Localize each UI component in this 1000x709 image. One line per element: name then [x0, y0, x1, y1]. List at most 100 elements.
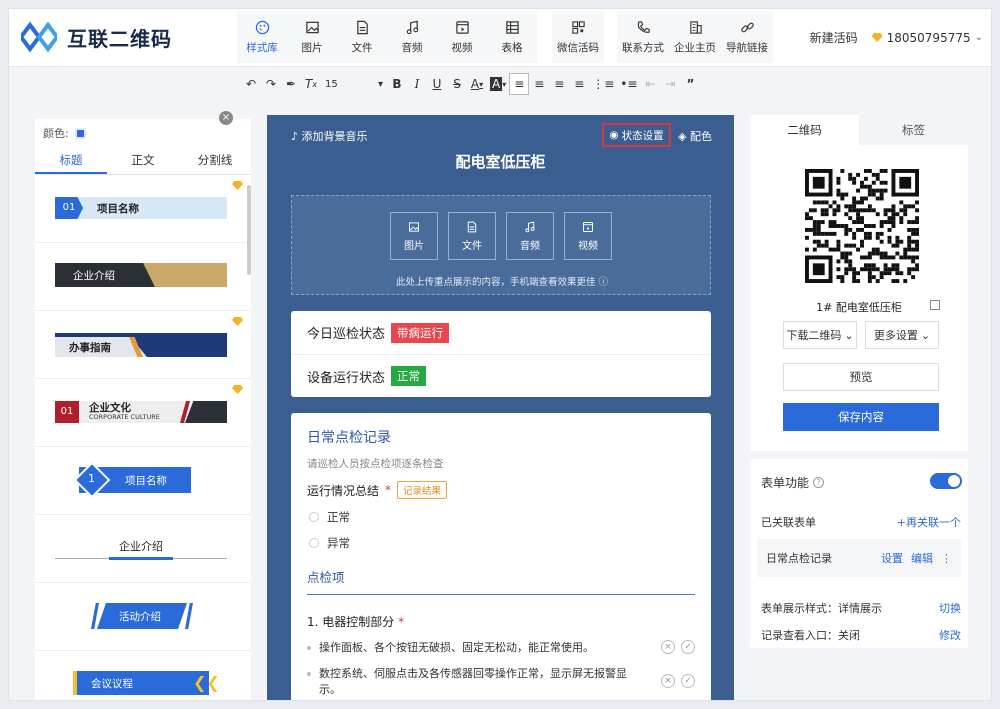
tab-label[interactable]: 标签 [859, 115, 968, 145]
indent-increase-icon[interactable]: ⇥ [660, 73, 680, 95]
tool-file[interactable]: 文件 [337, 11, 387, 63]
bullet-icon [307, 672, 311, 676]
tool-audio[interactable]: 音频 [387, 11, 437, 63]
file-icon [356, 20, 368, 34]
preview-button[interactable]: 预览 [783, 363, 939, 391]
brand-logo[interactable]: 互联二维码 [21, 21, 172, 53]
heading-template-1[interactable]: 01 项目名称 [35, 175, 251, 243]
tool-image[interactable]: 图片 [287, 11, 337, 63]
tool-style-library[interactable]: 样式库 [237, 11, 287, 63]
quote-icon[interactable]: ” [680, 73, 700, 95]
bullet-icon [307, 646, 311, 650]
status-label: 今日巡检状态 [307, 327, 386, 342]
account-menu[interactable]: 18050795775 ⌄ [871, 31, 983, 45]
color-row: 颜色: [35, 119, 251, 147]
form-function-row: 表单功能? [761, 474, 825, 491]
tab-divider[interactable]: 分割线 [179, 147, 251, 174]
upload-image-button[interactable]: 图片 [390, 212, 438, 260]
upload-audio-button[interactable]: 音频 [506, 212, 554, 260]
clear-format-icon[interactable]: Tx [301, 73, 321, 95]
approve-icon[interactable]: ✓ [681, 674, 695, 688]
tool-company-page[interactable]: 企业主页 [669, 11, 721, 63]
tool-label: 图片 [301, 41, 323, 54]
state-settings-button[interactable]: ◉ 状态设置 [602, 123, 671, 147]
status-badge: 正常 [391, 366, 427, 386]
reject-icon[interactable]: × [661, 674, 675, 688]
close-panel-icon[interactable]: × [219, 111, 233, 125]
tool-video[interactable]: 视频 [437, 11, 487, 63]
align-justify-icon[interactable]: ≡ [569, 73, 589, 95]
form-function-toggle[interactable] [930, 473, 962, 489]
heading-template-8[interactable]: ❮❮ 会议议程 [35, 651, 251, 700]
heading-template-5[interactable]: 1 项目名称 [35, 447, 251, 515]
format-toolbar: ↶ ↷ ✒ Tx 15 ▾ B I U S A ▾ A ▾ ≡ ≡ ≡ ≡ ⋮≡ •≡… [9, 67, 991, 101]
radio-option[interactable]: 正常 [307, 509, 695, 525]
unordered-list-icon[interactable]: •≡ [617, 73, 640, 95]
check-item-actions: × ✓ [661, 674, 695, 688]
tool-table[interactable]: 表格 [487, 11, 537, 63]
modify-link[interactable]: 修改 [939, 627, 961, 643]
qr-tabs: 二维码 标签 [750, 115, 968, 145]
upload-file-button[interactable]: 文件 [448, 212, 496, 260]
radio-option[interactable]: 异常 [307, 535, 695, 551]
help-icon[interactable]: ? [813, 477, 825, 488]
inspection-form-card[interactable]: 日常点检记录 请巡检人员按点检项逐条检查 运行情况总结 * 记录结果 正常 异常… [291, 413, 711, 700]
page-title[interactable]: 配电室低压柜 [267, 151, 734, 172]
format-painter-icon[interactable]: ✒ [281, 73, 301, 95]
left-scrollbar[interactable] [247, 185, 251, 275]
color-swatch[interactable] [74, 127, 86, 139]
heading-template-4[interactable]: 01 企业文化 CORPORATE CULTURE [35, 379, 251, 447]
switch-link[interactable]: 切换 [939, 600, 961, 616]
upload-video-button[interactable]: 视频 [564, 212, 612, 260]
help-icon[interactable]: ⓘ [599, 277, 609, 288]
record-result-tag[interactable]: 记录结果 [397, 481, 448, 499]
reject-icon[interactable]: × [661, 640, 675, 654]
color-scheme-button[interactable]: ◈ 配色 [678, 128, 712, 144]
redo-icon[interactable]: ↷ [261, 73, 281, 95]
heading-template-3[interactable]: 办事指南 [35, 311, 251, 379]
font-color-button[interactable]: A ▾ [467, 73, 487, 95]
upload-area[interactable]: 图片 文件 音频 视频 此处上传重点展示的内容，手机端查看效果更佳 ⓘ [291, 195, 711, 295]
tool-contact[interactable]: 联系方式 [617, 11, 669, 63]
question-label: 运行情况总结 [307, 483, 380, 498]
status-card[interactable]: 今日巡检状态 带病运行 设备运行状态 正常 [291, 311, 711, 397]
more-settings-dropdown[interactable]: 更多设置 ⌄ [865, 321, 939, 349]
status-row: 今日巡检状态 带病运行 [291, 311, 711, 354]
tab-qrcode[interactable]: 二维码 [750, 115, 859, 145]
wechat-qr-icon [571, 20, 585, 34]
relink-form-link[interactable]: +再关联一个 [897, 514, 961, 530]
more-vertical-icon[interactable]: ⋮ [941, 552, 952, 565]
tab-body[interactable]: 正文 [107, 147, 179, 174]
italic-button[interactable]: I [407, 73, 427, 95]
underline-button[interactable]: U [427, 73, 447, 95]
download-qr-dropdown[interactable]: 下载二维码 ⌄ [783, 321, 857, 349]
check-item-text: 数控系统、伺服点击及各传感器回零操作正常，显示屏无报警显示。 [319, 667, 627, 696]
align-right-icon[interactable]: ≡ [549, 73, 569, 95]
bold-button[interactable]: B [387, 73, 407, 95]
edit-icon[interactable] [930, 300, 940, 310]
heading-template-6[interactable]: 企业介绍 [35, 515, 251, 583]
save-button[interactable]: 保存内容 [783, 403, 939, 431]
tab-heading[interactable]: 标题 [35, 147, 107, 174]
form-edit-link[interactable]: 编辑 [911, 550, 933, 566]
strikethrough-button[interactable]: S [447, 73, 467, 95]
undo-icon[interactable]: ↶ [241, 73, 261, 95]
align-center-icon[interactable]: ≡ [529, 73, 549, 95]
image-icon [305, 21, 319, 33]
align-left-icon[interactable]: ≡ [509, 73, 530, 95]
ordered-list-icon[interactable]: ⋮≡ [589, 73, 617, 95]
font-size-select[interactable]: 15 ▾ [321, 73, 387, 95]
new-code-link[interactable]: 新建活码 [810, 29, 858, 46]
heading-template-2[interactable]: 企业介绍 [35, 243, 251, 311]
indent-decrease-icon[interactable]: ⇤ [640, 73, 660, 95]
add-music-button[interactable]: ♪ 添加背景音乐 [291, 128, 368, 144]
heading-template-7[interactable]: 活动介绍 [35, 583, 251, 651]
background-color-button[interactable]: A ▾ [487, 73, 509, 95]
linked-form-row[interactable]: 日常点检记录 设置 编辑 ⋮ [757, 539, 961, 577]
tool-nav-link[interactable]: 导航链接 [721, 11, 773, 63]
form-settings-link[interactable]: 设置 [881, 550, 903, 566]
tool-wechat-code[interactable]: 微信活码 [552, 11, 604, 63]
upload-label: 视频 [578, 240, 598, 252]
approve-icon[interactable]: ✓ [681, 640, 695, 654]
caret-down-icon: ▾ [377, 78, 383, 90]
